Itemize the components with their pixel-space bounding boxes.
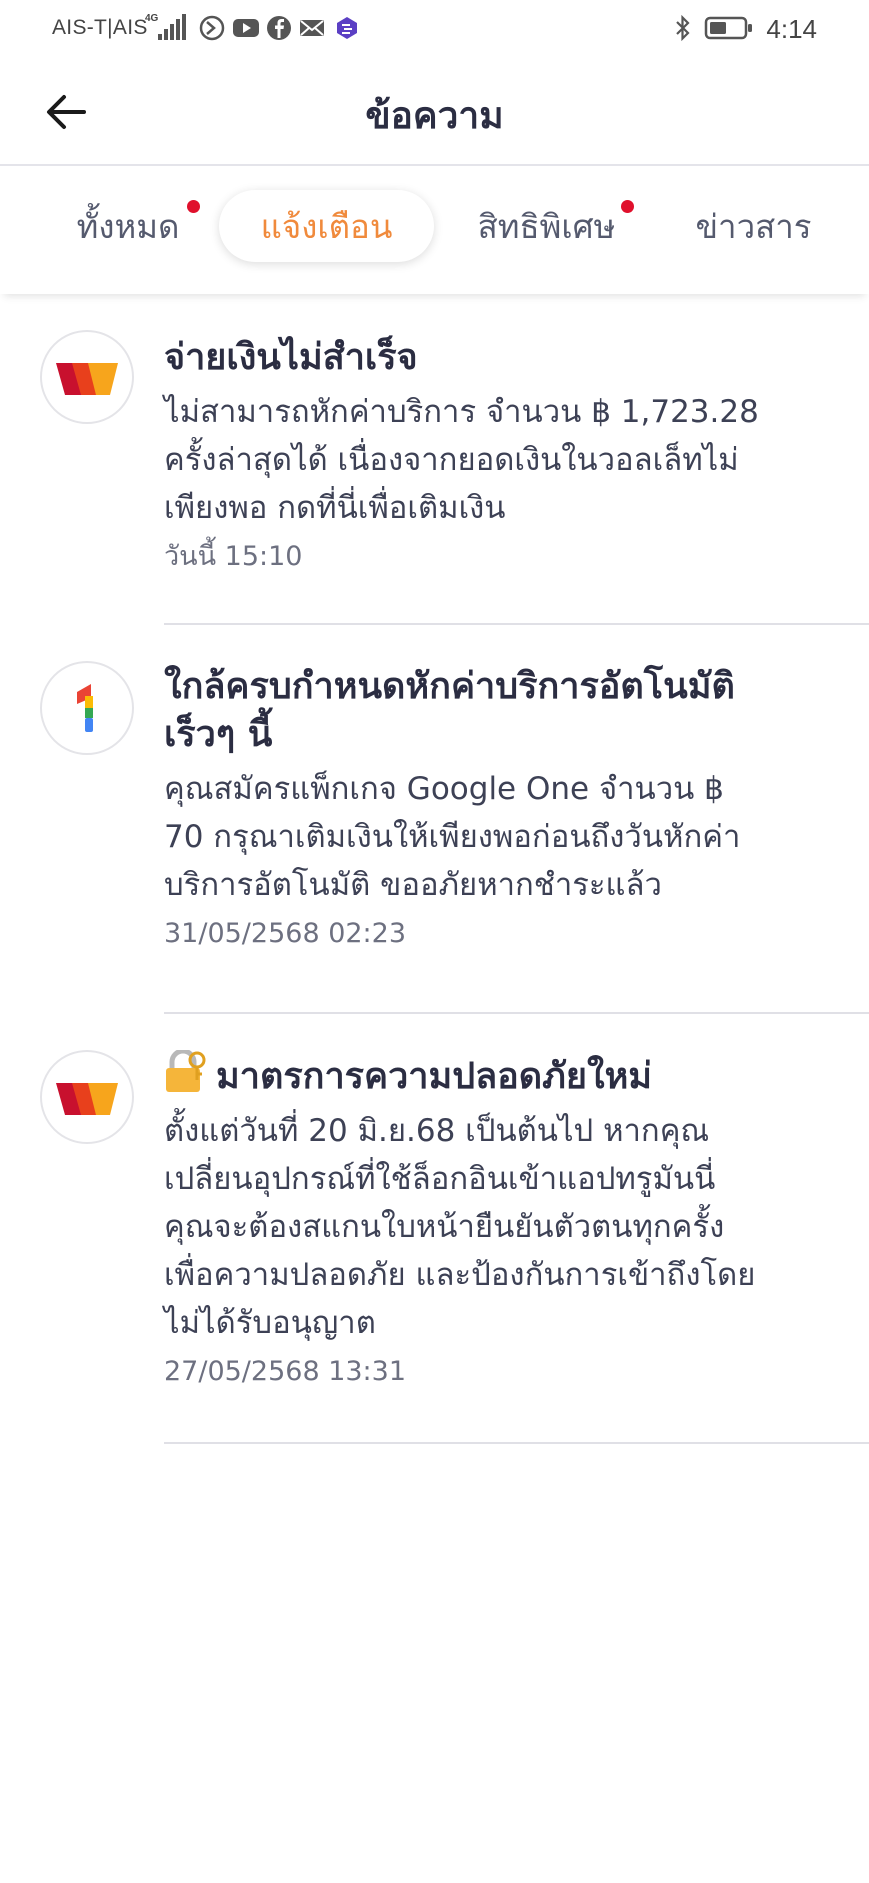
truemoney-wallet-icon — [40, 330, 134, 424]
youtube-icon — [233, 19, 259, 37]
notification-time: 31/05/2568 02:23 — [164, 918, 407, 949]
notification-title: มาตรการความปลอดภัยใหม่ — [164, 1050, 819, 1101]
status-bar: AIS-T|AIS 4G 4:14 — [0, 0, 869, 62]
divider — [164, 1442, 869, 1444]
tab-label: ทั้งหมด — [76, 206, 180, 246]
notification-body: คุณสมัครแพ็กเกจ Google One จำนวน ฿ 70 กร… — [164, 771, 741, 903]
app-header: ข้อความ — [0, 62, 869, 166]
tab-bar: ทั้งหมด แจ้งเตือน สิทธิพิเศษ ข่าวสาร — [0, 168, 869, 294]
clock: 4:14 — [766, 14, 817, 44]
notification-body: ไม่สามารถหักค่าบริการ จำนวน ฿ 1,723.28 ค… — [164, 394, 759, 526]
mail-icon — [300, 20, 324, 36]
lock-icon — [166, 1050, 206, 1092]
notification-list: จ่ายเงินไม่สำเร็จ ไม่สามารถหักค่าบริการ … — [0, 294, 869, 1444]
carrier-label: AIS-T|AIS — [52, 16, 148, 39]
notification-item[interactable]: จ่ายเงินไม่สำเร็จ ไม่สามารถหักค่าบริการ … — [0, 294, 869, 624]
tab-news[interactable]: ข่าวสาร — [688, 190, 819, 262]
unread-dot — [621, 200, 634, 213]
bluetooth-icon — [676, 14, 690, 42]
google-one-icon — [40, 661, 134, 755]
notification-title: จ่ายเงินไม่สำเร็จ — [164, 337, 418, 378]
notification-title: ใกล้ครบกำหนดหักค่าบริการอัตโนมัติ เร็วๆ … — [164, 666, 735, 755]
app-icon — [337, 17, 357, 39]
truemoney-wallet-icon — [40, 1050, 134, 1144]
notification-time: 27/05/2568 13:31 — [164, 1356, 407, 1387]
vpn-icon — [199, 15, 225, 41]
notification-time: วันนี้ 15:10 — [164, 541, 303, 572]
tab-label: สิทธิพิเศษ — [477, 206, 616, 246]
tab-notifications[interactable]: แจ้งเตือน — [219, 190, 434, 262]
notification-item[interactable]: ใกล้ครบกำหนดหักค่าบริการอัตโนมัติ เร็วๆ … — [0, 625, 869, 1013]
battery-icon — [704, 16, 752, 40]
page-title: ข้อความ — [365, 94, 504, 137]
tab-label: แจ้งเตือน — [260, 206, 393, 246]
tab-label: ข่าวสาร — [695, 206, 812, 246]
tab-privileges[interactable]: สิทธิพิเศษ — [464, 190, 629, 262]
facebook-icon — [267, 16, 291, 40]
notification-item[interactable]: มาตรการความปลอดภัยใหม่ ตั้งแต่วันที่ 20 … — [0, 1014, 869, 1444]
signal-icon — [158, 14, 186, 40]
unread-dot — [187, 200, 200, 213]
tab-all[interactable]: ทั้งหมด — [62, 190, 194, 262]
network-type-label: 4G — [145, 13, 159, 24]
notification-body: ตั้งแต่วันที่ 20 มิ.ย.68 เป็นต้นไป หากคุ… — [164, 1113, 756, 1341]
